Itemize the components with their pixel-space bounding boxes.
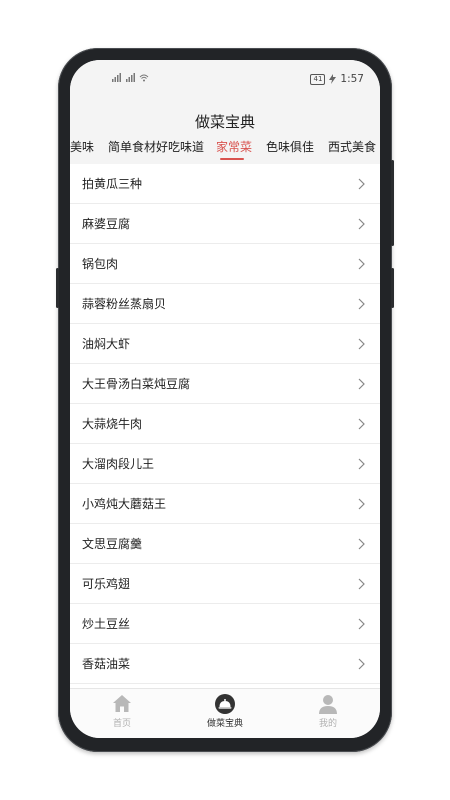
recipe-name: 香菇油菜 [82, 657, 131, 671]
status-bar: 41 1:57 [70, 60, 380, 102]
chevron-right-icon [358, 258, 365, 270]
tab-sewei[interactable]: 色味俱佳 [266, 132, 314, 162]
charging-icon [329, 74, 337, 84]
recipe-name: 炒土豆丝 [82, 617, 131, 631]
chevron-right-icon [358, 618, 365, 630]
status-right: 41 1:57 [310, 73, 364, 85]
list-item[interactable]: 麻婆豆腐 [70, 204, 380, 244]
nav-home[interactable]: 首页 [82, 693, 162, 729]
recipe-name: 大王骨汤白菜炖豆腐 [82, 377, 191, 391]
chevron-right-icon [358, 498, 365, 510]
power-button-top [391, 160, 394, 246]
chevron-right-icon [358, 218, 365, 230]
list-item[interactable]: 文思豆腐羹 [70, 524, 380, 564]
recipe-name: 文思豆腐羹 [82, 537, 143, 551]
tab-jiandan[interactable]: 简单食材好吃味道 [108, 132, 204, 162]
chevron-right-icon [358, 298, 365, 310]
chevron-right-icon [358, 458, 365, 470]
nav-cookbook[interactable]: 做菜宝典 [185, 693, 265, 729]
list-item[interactable]: 炒土豆丝 [70, 604, 380, 644]
list-item[interactable]: 大蒜烧牛肉 [70, 404, 380, 444]
signal-indicator [112, 73, 152, 86]
recipe-name: 大蒜烧牛肉 [82, 417, 143, 431]
recipe-list: 拍黄瓜三种 麻婆豆腐 锅包肉 蒜蓉粉丝蒸扇贝 油焖大虾 大王骨汤白菜炖豆腐 大蒜… [70, 164, 380, 688]
tab-xishi[interactable]: 西式美食 [328, 132, 376, 162]
list-item[interactable]: 锅包肉 [70, 244, 380, 284]
list-item[interactable]: 香菇油菜 [70, 644, 380, 684]
chevron-right-icon [358, 378, 365, 390]
list-item[interactable]: 大溜肉段儿王 [70, 444, 380, 484]
list-item[interactable]: 小鸡炖大蘑菇王 [70, 484, 380, 524]
volume-button [56, 268, 59, 308]
recipe-name: 小鸡炖大蘑菇王 [82, 497, 167, 511]
chevron-right-icon [358, 538, 365, 550]
recipe-name: 可乐鸡翅 [82, 577, 131, 591]
recipe-name: 油焖大虾 [82, 337, 131, 351]
active-tab-indicator [220, 158, 244, 160]
power-button [391, 268, 394, 308]
nav-home-label: 首页 [112, 719, 131, 729]
status-time: 1:57 [340, 73, 364, 85]
list-item[interactable]: 油焖大虾 [70, 324, 380, 364]
list-item[interactable]: 可乐鸡翅 [70, 564, 380, 604]
chevron-right-icon [358, 658, 365, 670]
battery-icon: 41 [310, 73, 326, 85]
list-item[interactable]: 蒜蓉粉丝蒸扇贝 [70, 284, 380, 324]
cloche-icon [215, 694, 235, 714]
nav-profile-label: 我的 [318, 719, 337, 729]
home-icon [113, 695, 131, 712]
category-tabs: 美味 简单食材好吃味道 家常菜 色味俱佳 西式美食 [70, 132, 380, 162]
recipe-name: 大溜肉段儿王 [82, 457, 155, 471]
recipe-name: 拍黄瓜三种 [82, 177, 143, 191]
bottom-nav: 首页 做菜宝典 我的 [70, 688, 380, 738]
person-icon [319, 695, 337, 714]
chevron-right-icon [358, 338, 365, 350]
tab-meiwei[interactable]: 美味 [70, 132, 94, 162]
list-item[interactable]: 拍黄瓜三种 [70, 164, 380, 204]
nav-profile[interactable]: 我的 [288, 693, 368, 729]
list-item[interactable]: 大王骨汤白菜炖豆腐 [70, 364, 380, 404]
chevron-right-icon [358, 578, 365, 590]
recipe-name: 锅包肉 [82, 257, 119, 271]
chevron-right-icon [358, 418, 365, 430]
chevron-right-icon [358, 178, 365, 190]
screen: 41 1:57 做菜宝典 美味 简单食材好吃味道 家常菜 色味俱佳 西式美食 拍… [70, 60, 380, 738]
recipe-name: 蒜蓉粉丝蒸扇贝 [82, 297, 167, 311]
nav-cookbook-label: 做菜宝典 [206, 719, 243, 729]
signal-icon [112, 73, 149, 82]
recipe-name: 麻婆豆腐 [82, 217, 131, 231]
